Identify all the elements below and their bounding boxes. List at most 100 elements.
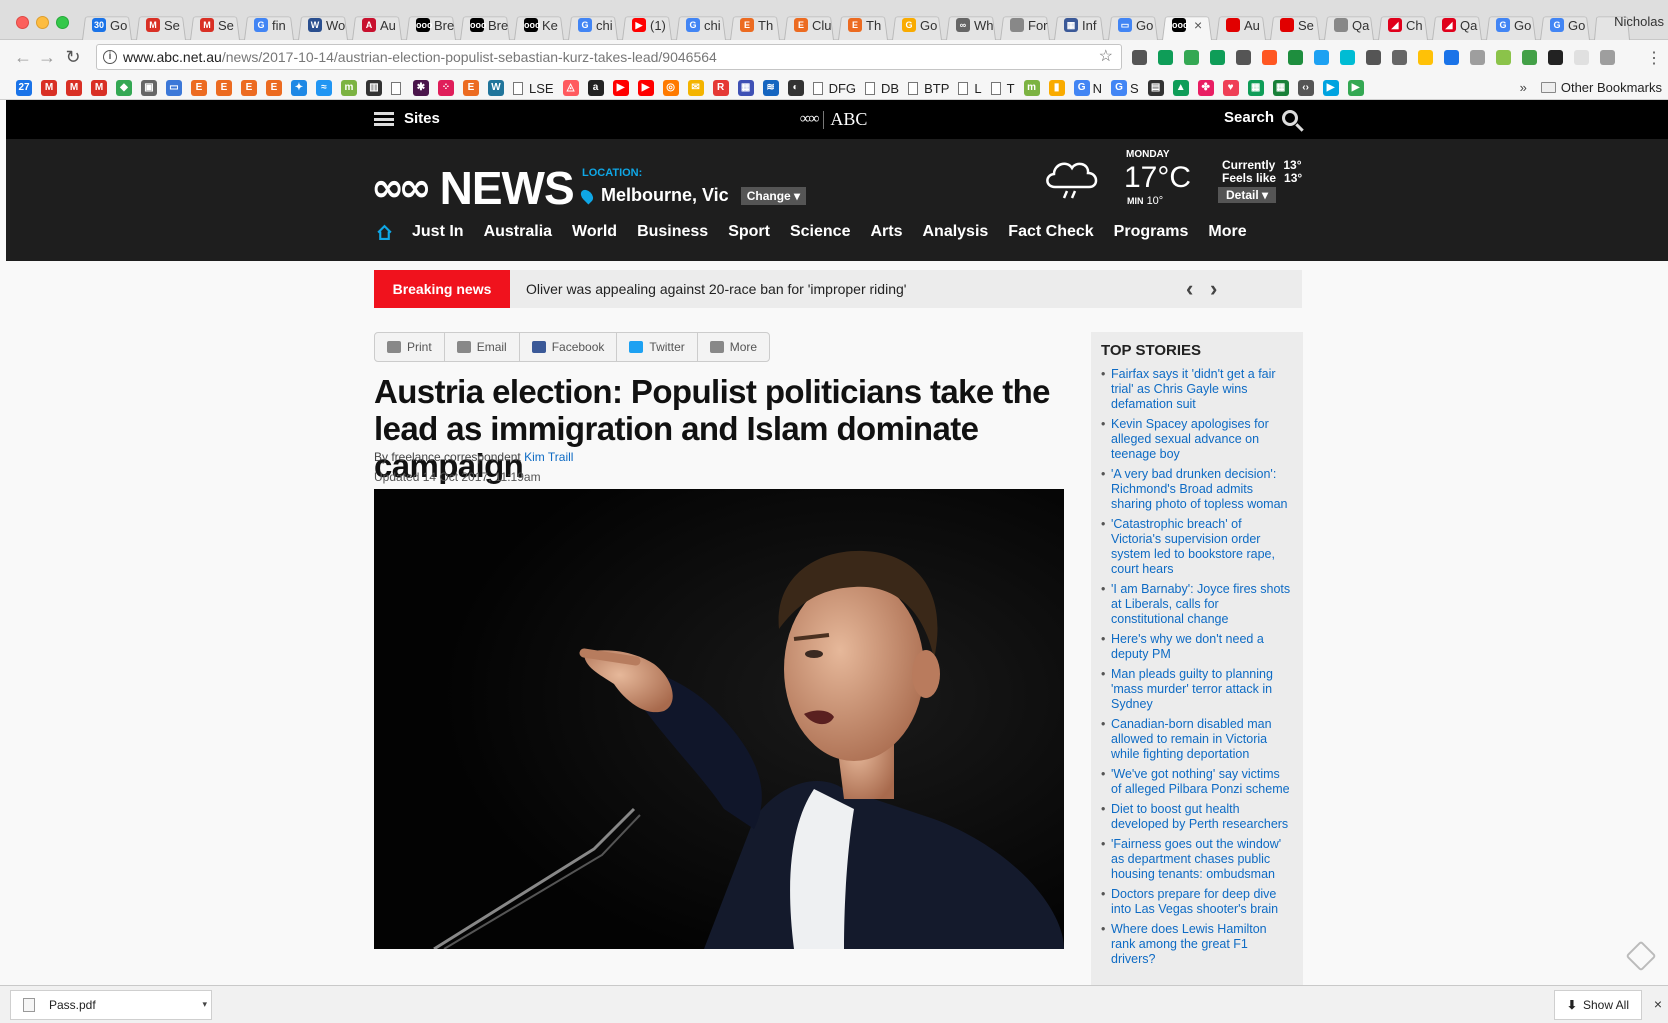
extension-icon[interactable] (1236, 50, 1251, 65)
bookmark-item[interactable]: 27 (16, 80, 32, 96)
download-item[interactable]: Pass.pdf ▾ (10, 990, 212, 1020)
chevron-right-icon[interactable]: › (1210, 276, 1217, 302)
share-facebook-button[interactable]: Facebook (520, 333, 618, 361)
nav-item-fact-check[interactable]: Fact Check (1008, 223, 1093, 241)
bookmark-item[interactable]: ◆ (116, 80, 132, 96)
browser-tab[interactable]: ▦ Inf (1052, 10, 1106, 40)
browser-tab[interactable]: ▭ Go (1106, 10, 1160, 40)
zoom-window-button[interactable] (56, 16, 69, 29)
nav-item-programs[interactable]: Programs (1114, 223, 1189, 241)
breaking-news-badge[interactable]: Breaking news (374, 270, 510, 308)
nav-item-more[interactable]: More (1208, 223, 1246, 241)
extension-icon[interactable] (1522, 50, 1537, 65)
extension-icon[interactable] (1340, 50, 1355, 65)
browser-tab[interactable]: ◢ Qa (1430, 10, 1484, 40)
extension-icon[interactable] (1314, 50, 1329, 65)
extension-icon[interactable] (1184, 50, 1199, 65)
bookmark-item[interactable]: DFG (812, 80, 856, 96)
nav-item-business[interactable]: Business (637, 223, 708, 241)
extension-icon[interactable] (1366, 50, 1381, 65)
bookmark-item[interactable]: ✤ (1197, 80, 1214, 96)
share-more-button[interactable]: More (698, 333, 769, 361)
browser-tab[interactable]: ◢ Ch (1376, 10, 1430, 40)
bookmark-item[interactable]: ▲ (1172, 80, 1189, 96)
browser-tab[interactable]: Gchi (566, 10, 620, 40)
browser-tab[interactable]: M Se (188, 10, 242, 40)
browser-tab[interactable]: E Th (836, 10, 890, 40)
bookmark-item[interactable]: ▦ (1247, 80, 1264, 96)
author-link[interactable]: Kim Traill (524, 450, 573, 464)
browser-tab[interactable]: ooo × (1160, 10, 1214, 40)
bookmark-item[interactable]: W (488, 80, 504, 96)
top-story-link[interactable]: Man pleads guilty to planning 'mass murd… (1101, 667, 1293, 712)
home-icon[interactable] (376, 224, 392, 240)
bookmark-item[interactable]: ▶ (612, 80, 629, 96)
share-email-button[interactable]: Email (445, 333, 520, 361)
browser-tab[interactable]: ooo Ke (512, 10, 566, 40)
extension-icon[interactable] (1574, 50, 1589, 65)
browser-tab[interactable]: For (998, 10, 1052, 40)
top-story-link[interactable]: Here's why we don't need a deputy PM (1101, 632, 1293, 662)
extension-icon[interactable] (1470, 50, 1485, 65)
bookmark-item[interactable]: ▥ (366, 80, 382, 96)
bookmark-item[interactable] (391, 80, 404, 96)
extension-icon[interactable] (1392, 50, 1407, 65)
browser-tab[interactable]: Se (1268, 10, 1322, 40)
bookmark-item[interactable]: ✱ (413, 80, 429, 96)
bookmark-item[interactable]: ‹› (1297, 80, 1314, 96)
bookmark-item[interactable]: M (91, 80, 107, 96)
weather-detail-button[interactable]: Detail ▾ (1218, 187, 1277, 203)
show-all-downloads-button[interactable]: ⬇ Show All (1553, 990, 1642, 1020)
share-print-button[interactable]: Print (375, 333, 445, 361)
bookmark-star-icon[interactable]: ☆ (1099, 45, 1113, 69)
top-story-link[interactable]: Fairfax says it 'didn't get a fair trial… (1101, 367, 1293, 412)
nav-item-world[interactable]: World (572, 223, 617, 241)
bookmark-item[interactable]: ▭ (166, 80, 182, 96)
close-window-button[interactable] (16, 16, 29, 29)
bookmark-item[interactable]: LSE (513, 80, 554, 96)
top-story-link[interactable]: 'Catastrophic breach' of Victoria's supe… (1101, 517, 1293, 577)
extension-icon[interactable] (1132, 50, 1147, 65)
browser-tab[interactable]: M Se (134, 10, 188, 40)
bookmark-item[interactable]: ◬ (562, 80, 579, 96)
bookmark-item[interactable]: E (216, 80, 232, 96)
bookmark-item[interactable]: ▦ (737, 80, 754, 96)
bookmark-item[interactable]: E (463, 80, 479, 96)
abc-logo[interactable]: ∞∞ ABC (800, 109, 867, 130)
close-downloads-icon[interactable]: × (1654, 996, 1662, 1012)
browser-tab[interactable]: W Wo (296, 10, 350, 40)
nav-item-analysis[interactable]: Analysis (922, 223, 988, 241)
extension-icon[interactable] (1288, 50, 1303, 65)
abc-news-logo[interactable]: ∞∞ NEWS (371, 161, 575, 215)
chevron-down-icon[interactable]: ▾ (202, 999, 207, 1010)
bookmark-item[interactable]: E (191, 80, 207, 96)
bookmark-item[interactable]: M (41, 80, 57, 96)
search-button[interactable]: Search (1224, 109, 1299, 126)
bookmark-item[interactable]: ≈ (316, 80, 332, 96)
browser-tab[interactable]: ooo Bre (458, 10, 512, 40)
bookmark-item[interactable]: DB (865, 80, 899, 96)
bookmark-item[interactable]: M (66, 80, 82, 96)
bookmark-item[interactable]: ▶ (1322, 80, 1339, 96)
nav-item-sport[interactable]: Sport (728, 223, 770, 241)
minimize-window-button[interactable] (36, 16, 49, 29)
bookmark-item[interactable]: E (241, 80, 257, 96)
bookmark-item[interactable]: m (1023, 80, 1040, 96)
bookmark-item[interactable]: ◐ (787, 80, 804, 96)
bookmark-item[interactable]: ♥ (1222, 80, 1239, 96)
top-story-link[interactable]: 'A very bad drunken decision': Richmond'… (1101, 467, 1293, 512)
browser-tab[interactable]: E Clu (782, 10, 836, 40)
bookmark-item[interactable]: BTP (908, 80, 949, 96)
browser-tab[interactable]: Gfin (242, 10, 296, 40)
top-story-link[interactable]: Kevin Spacey apologises for alleged sexu… (1101, 417, 1293, 462)
bookmark-item[interactable]: GN (1073, 80, 1102, 96)
bookmark-item[interactable]: a (587, 80, 604, 96)
share-twitter-button[interactable]: Twitter (617, 333, 698, 361)
browser-menu-icon[interactable]: ⋮ (1646, 48, 1662, 68)
extension-icon[interactable] (1444, 50, 1459, 65)
change-location-button[interactable]: Change ▾ (740, 186, 807, 205)
browser-tab[interactable]: Gchi (674, 10, 728, 40)
extension-icon[interactable] (1158, 50, 1173, 65)
reload-icon[interactable]: ↻ (62, 46, 84, 68)
browser-tab[interactable]: A Au (350, 10, 404, 40)
